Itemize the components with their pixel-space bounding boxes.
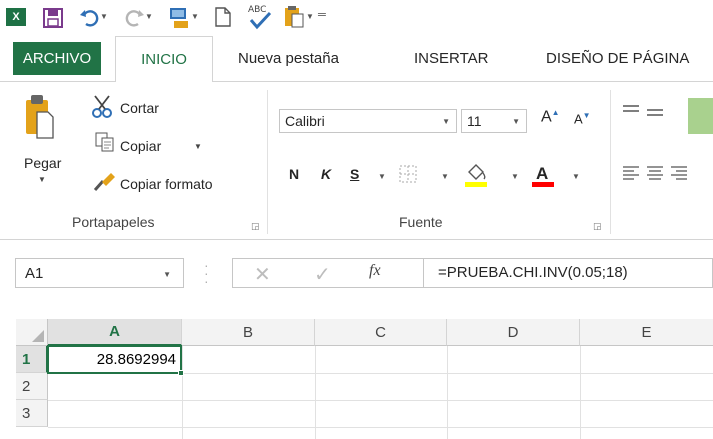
align-top-icon[interactable] bbox=[622, 104, 640, 118]
svg-text:A: A bbox=[536, 164, 548, 183]
ribbon-tabs: ARCHIVO INICIO Nueva pestaña INSERTAR DI… bbox=[0, 36, 713, 82]
paste-icon[interactable] bbox=[283, 5, 305, 29]
paste-dropdown-icon[interactable]: ▼ bbox=[306, 12, 314, 21]
ribbon: Pegar ▼ Cortar Copiar ▼ Copiar formato P… bbox=[0, 81, 713, 240]
redo-dropdown-icon[interactable]: ▼ bbox=[145, 12, 153, 21]
select-all-triangle bbox=[32, 330, 44, 342]
align-center-icon[interactable] bbox=[646, 166, 664, 180]
quick-access-toolbar: X ▼ ▼ ▼ ABC ▼ ═ bbox=[0, 0, 713, 36]
align-bottom-button[interactable] bbox=[688, 98, 713, 134]
customize-qat-icon[interactable]: ═ bbox=[318, 9, 326, 21]
copy-screen-icon[interactable] bbox=[168, 6, 190, 30]
grid-line bbox=[315, 346, 316, 439]
grid-line bbox=[48, 400, 713, 401]
cell-a1[interactable]: 28.8692994 bbox=[47, 345, 182, 374]
clipboard-launcher-icon[interactable]: ◲ bbox=[251, 221, 260, 232]
font-name-value: Calibri bbox=[285, 113, 325, 129]
checkmark-icon[interactable]: ✓ bbox=[314, 262, 331, 287]
format-painter-label[interactable]: Copiar formato bbox=[120, 176, 213, 192]
copy-screen-dropdown-icon[interactable]: ▼ bbox=[191, 12, 199, 21]
italic-button[interactable]: K bbox=[321, 166, 331, 182]
column-header-e[interactable]: E bbox=[580, 319, 713, 346]
row-header-2[interactable]: 2 bbox=[16, 373, 48, 400]
shrink-font-label: A bbox=[574, 111, 583, 127]
scissors-icon[interactable] bbox=[91, 94, 117, 120]
insert-function-icon[interactable]: fx bbox=[369, 262, 381, 280]
font-group-label: Fuente bbox=[399, 214, 443, 230]
group-separator bbox=[267, 90, 268, 234]
chevron-down-icon: ▼ bbox=[442, 117, 450, 126]
fill-color-icon[interactable] bbox=[463, 162, 489, 188]
worksheet-grid: A B C D E 1 2 3 28.8692994 bbox=[0, 306, 713, 439]
excel-icon: X bbox=[6, 8, 26, 26]
column-header-c[interactable]: C bbox=[315, 319, 447, 346]
paste-label[interactable]: Pegar bbox=[24, 155, 61, 171]
grow-font-label: A bbox=[541, 108, 552, 126]
undo-icon[interactable] bbox=[78, 6, 100, 28]
bold-button[interactable]: N bbox=[289, 166, 299, 182]
font-launcher-icon[interactable]: ◲ bbox=[593, 221, 602, 232]
column-header-b[interactable]: B bbox=[182, 319, 315, 346]
font-size-value: 11 bbox=[467, 113, 482, 129]
borders-dropdown-icon[interactable]: ▼ bbox=[441, 172, 449, 181]
column-header-a[interactable]: A bbox=[48, 319, 182, 346]
grow-font-button[interactable]: A▲ bbox=[541, 108, 560, 126]
grid-line bbox=[48, 427, 713, 428]
font-size-select[interactable]: 11 ▼ bbox=[461, 109, 527, 133]
clipboard-group-label: Portapapeles bbox=[72, 214, 155, 230]
svg-text:ABC: ABC bbox=[248, 5, 266, 15]
select-all-button[interactable] bbox=[16, 319, 48, 346]
formula-bar: A1 ▼ · · · ✕ ✓ fx =PRUEBA.CHI.INV(0.05;18) bbox=[0, 240, 713, 306]
underline-button[interactable]: S bbox=[350, 166, 359, 182]
grid-line bbox=[447, 346, 448, 439]
tab-insertar[interactable]: INSERTAR bbox=[414, 36, 488, 81]
paste-options-icon[interactable]: ▼ bbox=[38, 175, 46, 184]
group-separator bbox=[610, 90, 611, 234]
align-right-icon[interactable] bbox=[670, 166, 688, 180]
shrink-font-button[interactable]: A▼ bbox=[574, 111, 591, 126]
align-middle-icon[interactable] bbox=[646, 108, 664, 122]
chevron-down-icon: ▼ bbox=[163, 270, 171, 279]
tab-inicio[interactable]: INICIO bbox=[115, 36, 213, 82]
font-color-icon[interactable]: A bbox=[530, 162, 556, 188]
redo-icon[interactable] bbox=[124, 6, 146, 28]
paste-large-icon[interactable] bbox=[24, 92, 56, 140]
tab-archivo[interactable]: ARCHIVO bbox=[13, 42, 101, 75]
column-header-d[interactable]: D bbox=[447, 319, 580, 346]
align-left-icon[interactable] bbox=[622, 166, 640, 180]
cut-label[interactable]: Cortar bbox=[120, 100, 159, 116]
chevron-down-icon: ▼ bbox=[512, 117, 520, 126]
copy-dropdown-icon[interactable]: ▼ bbox=[194, 142, 202, 151]
format-painter-icon[interactable] bbox=[93, 170, 117, 192]
undo-dropdown-icon[interactable]: ▼ bbox=[100, 12, 108, 21]
tab-diseno-pagina[interactable]: DISEÑO DE PÁGINA bbox=[546, 36, 689, 81]
grid-line bbox=[580, 346, 581, 439]
formula-input[interactable]: =PRUEBA.CHI.INV(0.05;18) bbox=[438, 264, 628, 281]
name-box-value: A1 bbox=[25, 265, 44, 282]
fill-handle[interactable] bbox=[178, 370, 184, 376]
copy-label[interactable]: Copiar bbox=[120, 138, 161, 154]
font-name-select[interactable]: Calibri ▼ bbox=[279, 109, 457, 133]
save-icon[interactable] bbox=[42, 7, 64, 29]
copy-icon[interactable] bbox=[95, 132, 115, 152]
spellcheck-icon[interactable]: ABC bbox=[247, 2, 273, 32]
row-header-1[interactable]: 1 bbox=[16, 346, 48, 373]
borders-icon[interactable] bbox=[398, 164, 418, 184]
tab-nueva-pestana[interactable]: Nueva pestaña bbox=[238, 36, 339, 81]
name-box[interactable]: A1 ▼ bbox=[15, 258, 184, 288]
resize-handle-icon[interactable]: · · · bbox=[204, 258, 209, 288]
font-color-dropdown-icon[interactable]: ▼ bbox=[572, 172, 580, 181]
cancel-icon[interactable]: ✕ bbox=[254, 262, 271, 287]
fill-color-dropdown-icon[interactable]: ▼ bbox=[511, 172, 519, 181]
underline-dropdown-icon[interactable]: ▼ bbox=[378, 172, 386, 181]
grid-line bbox=[182, 346, 183, 439]
cell-a1-value: 28.8692994 bbox=[96, 351, 176, 368]
row-header-3[interactable]: 3 bbox=[16, 400, 48, 427]
formula-bar-divider bbox=[423, 258, 424, 288]
new-document-icon[interactable] bbox=[214, 6, 232, 28]
